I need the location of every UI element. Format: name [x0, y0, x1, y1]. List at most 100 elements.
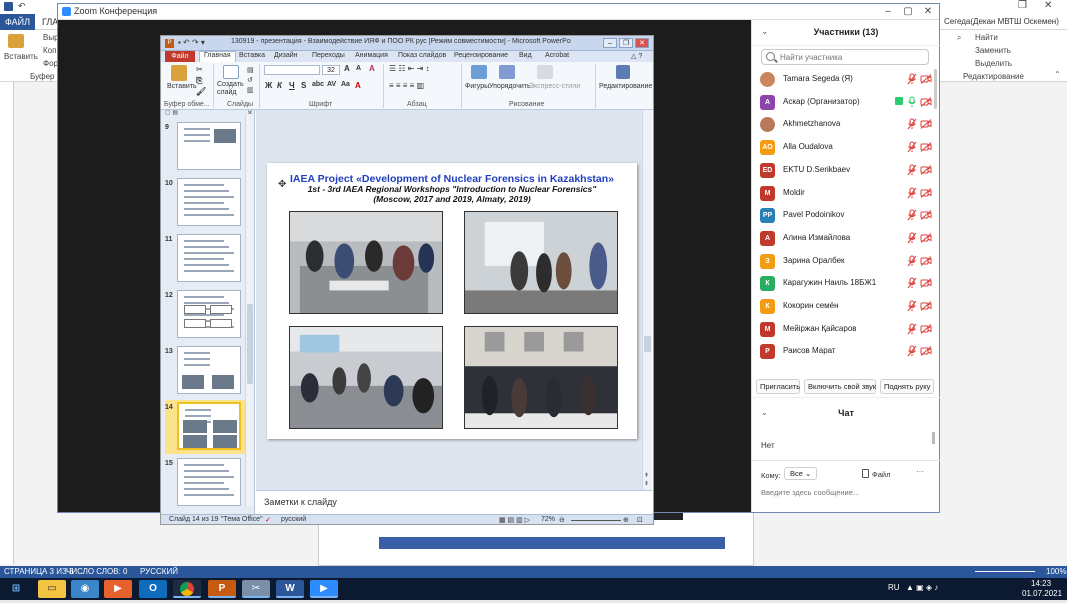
word-icon[interactable]: W	[276, 580, 304, 598]
slide-thumbnail[interactable]	[177, 234, 241, 282]
font-name-box[interactable]	[264, 65, 320, 75]
word-restore-icon[interactable]: ❐	[1018, 0, 1027, 11]
ppt-close-icon[interactable]: ✕	[635, 38, 649, 48]
file-explorer-icon[interactable]: ▭	[38, 580, 66, 598]
ppt-quick-access-icons[interactable]: ▪ ↶ ↷ ▾	[178, 38, 205, 47]
slide-thumbnail[interactable]	[177, 402, 241, 450]
word-tab-file[interactable]: ФАЙЛ	[0, 14, 35, 30]
close-icon[interactable]: ✕	[918, 5, 938, 18]
more-icon[interactable]: ···	[912, 467, 928, 480]
layout-icon[interactable]: ▤	[247, 66, 254, 74]
ppt-paste-icon[interactable]	[171, 65, 187, 81]
file-icon[interactable]	[862, 469, 869, 478]
workshop-photo-1[interactable]	[289, 211, 443, 314]
mic-muted-icon[interactable]	[907, 73, 917, 85]
word-save-icon[interactable]	[4, 2, 13, 11]
video-off-icon[interactable]	[920, 323, 932, 334]
font-grow-icon[interactable]: A	[344, 64, 350, 73]
tray-date[interactable]: 01.07.2021	[1022, 589, 1062, 598]
ppt-restore-icon[interactable]: ❐	[619, 38, 633, 48]
word-status-lang[interactable]: РУССКИЙ	[140, 567, 178, 576]
slide-thumbnail[interactable]	[177, 178, 241, 226]
thumbnails-scrollbar[interactable]	[245, 114, 253, 506]
bold-icon[interactable]: Ж	[265, 81, 272, 90]
ppt-tab-review[interactable]: Рецензирование	[454, 52, 508, 59]
shapes-icon[interactable]	[471, 65, 487, 79]
mic-muted-icon[interactable]	[907, 323, 917, 335]
slide-thumbnail-row[interactable]: 10	[161, 178, 245, 230]
raise-hand-button[interactable]: Поднять руку	[880, 379, 934, 394]
slide-subtitle-1[interactable]: 1st - 3rd IAEA Regional Workshops "Intro…	[267, 184, 637, 194]
participant-search-box[interactable]	[761, 49, 929, 65]
slide-thumbnail-row[interactable]: 15	[161, 458, 245, 510]
unmute-button[interactable]: Включить свой звук	[804, 379, 876, 394]
video-off-icon[interactable]	[920, 210, 932, 221]
ppt-tab-file[interactable]: Файл	[165, 51, 195, 62]
video-off-icon[interactable]	[920, 142, 932, 152]
powerpoint-icon[interactable]: P	[208, 580, 236, 598]
workshop-photo-2[interactable]	[464, 211, 618, 314]
mic-muted-icon[interactable]	[907, 186, 917, 199]
participant-row[interactable]: PP Pavel Podoinikov	[752, 205, 940, 227]
next-slide-icon[interactable]: ⇟	[644, 480, 649, 487]
slide-thumbnail[interactable]	[177, 458, 241, 506]
word-status-words[interactable]: ЧИСЛО СЛОВ: 0	[66, 567, 128, 576]
slide-subtitle-2[interactable]: (Moscow, 2017 and 2019, Almaty, 2019)	[267, 194, 637, 204]
mic-muted-icon[interactable]	[907, 277, 917, 289]
ppt-tab-animation[interactable]: Анимация	[355, 52, 388, 59]
word-user-name[interactable]: Сегеда(Декан МВТШ Оскемен)	[944, 17, 1059, 26]
notes-pane[interactable]: Заметки к слайду	[256, 490, 652, 514]
word-paste-label[interactable]: Вставить	[4, 52, 38, 61]
slide-thumbnail-row[interactable]: 11	[161, 234, 245, 286]
ppt-zoom-level[interactable]: 72%	[541, 516, 555, 523]
workshop-photo-4[interactable]	[464, 326, 618, 429]
tray-time[interactable]: 14:23	[1031, 579, 1051, 588]
word-format-label[interactable]: Фор	[43, 59, 58, 68]
participant-row[interactable]: А Алина Измайлова	[752, 228, 940, 250]
font-size-box[interactable]: 32	[322, 65, 340, 75]
slide-thumbnail-row[interactable]: 14	[161, 400, 245, 454]
video-off-icon[interactable]	[920, 119, 932, 130]
ppt-paste-label[interactable]: Вставить	[167, 83, 197, 90]
outlook-icon[interactable]: O	[139, 580, 167, 598]
ppt-tab-home[interactable]: Главная	[199, 51, 236, 62]
snipping-tool-icon[interactable]: ✂	[242, 580, 270, 598]
outline-tab-icon[interactable]: ▢ ▤	[165, 109, 178, 116]
minimize-icon[interactable]: –	[878, 5, 898, 18]
chat-message-input[interactable]	[761, 486, 931, 498]
word-copy-label[interactable]: Коп	[43, 46, 56, 55]
binoculars-icon[interactable]	[616, 65, 630, 79]
undo-icon[interactable]: ↶	[18, 1, 26, 12]
slide-thumbnail-row[interactable]: 12	[161, 290, 245, 342]
participant-row[interactable]: К Карагужин Наиль 18БЖ1	[752, 273, 940, 295]
quick-styles-icon[interactable]	[537, 65, 553, 79]
video-off-icon[interactable]	[920, 346, 932, 357]
ppt-tab-acrobat[interactable]: Acrobat	[545, 52, 569, 59]
char-spacing-icon[interactable]: AV	[327, 81, 336, 88]
word-zoom-level[interactable]: 100%	[1046, 567, 1066, 576]
new-slide-icon[interactable]	[223, 65, 239, 79]
shapes-label[interactable]: Фигуры	[465, 83, 489, 90]
ppt-minimize-icon[interactable]: –	[603, 38, 617, 48]
zoom-out-icon[interactable]: ⊖	[559, 516, 565, 524]
participant-list-scrollbar[interactable]	[934, 69, 937, 109]
fit-slide-icon[interactable]: ⊡	[637, 516, 643, 524]
chrome-icon[interactable]	[173, 580, 201, 598]
theme-name[interactable]: "Тема Office"	[221, 516, 263, 523]
ppt-cut-icon[interactable]: ✂	[196, 65, 203, 74]
current-slide[interactable]: ✥ IAEA Project «Development of Nuclear F…	[267, 163, 637, 439]
arrange-icon[interactable]	[499, 65, 515, 79]
video-off-icon[interactable]	[920, 164, 932, 175]
bullets-icon[interactable]: ☰ ☷ ⇤ ⇥ ↕	[389, 64, 430, 73]
video-off-icon[interactable]	[920, 187, 932, 198]
ppt-tab-transitions[interactable]: Переходы	[312, 52, 345, 59]
slide-editor[interactable]: ✥ IAEA Project «Development of Nuclear F…	[256, 110, 645, 490]
thumbnails-scroll-handle[interactable]	[247, 304, 253, 384]
editor-scroll-handle[interactable]	[644, 336, 651, 352]
word-replace-label[interactable]: Заменить	[975, 46, 1011, 55]
mic-on-icon[interactable]	[907, 96, 917, 108]
reset-icon[interactable]: ↺	[247, 76, 253, 84]
spellcheck-icon[interactable]: ✓	[265, 516, 271, 524]
slide-thumbnail[interactable]	[177, 346, 241, 394]
network-icon[interactable]: ◉	[71, 580, 99, 598]
